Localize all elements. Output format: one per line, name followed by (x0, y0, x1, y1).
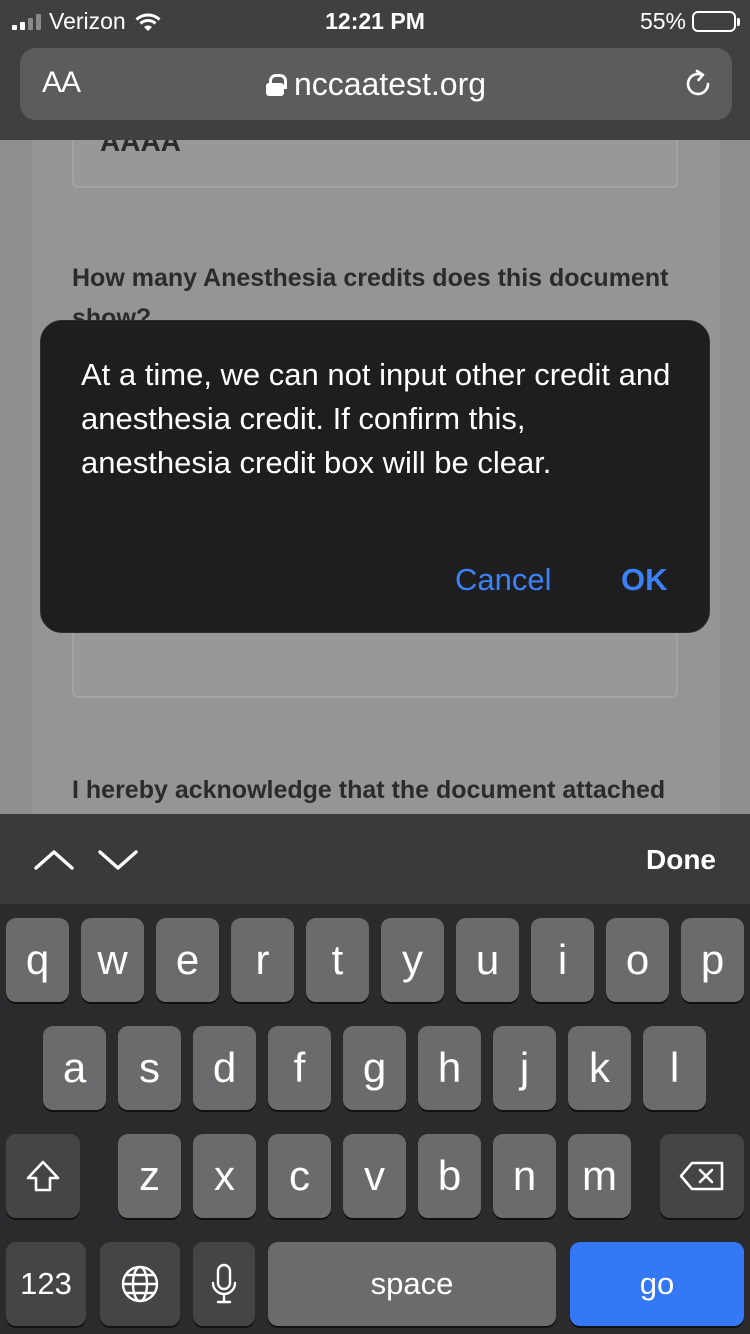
key-q[interactable]: q (6, 918, 69, 1002)
key-t[interactable]: t (306, 918, 369, 1002)
address-field[interactable]: nccaatest.org (20, 66, 732, 103)
confirm-dialog: At a time, we can not input other credit… (40, 320, 710, 633)
key-o[interactable]: o (606, 918, 669, 1002)
cancel-button[interactable]: Cancel (455, 562, 552, 598)
key-i[interactable]: i (531, 918, 594, 1002)
key-h[interactable]: h (418, 1026, 481, 1110)
go-key[interactable]: go (570, 1242, 744, 1326)
key-w[interactable]: w (81, 918, 144, 1002)
text-field-top[interactable]: AAAA (72, 140, 678, 188)
key-n[interactable]: n (493, 1134, 556, 1218)
key-b[interactable]: b (418, 1134, 481, 1218)
numbers-key[interactable]: 123 (6, 1242, 86, 1326)
key-p[interactable]: p (681, 918, 744, 1002)
chevron-up-icon[interactable] (34, 840, 74, 880)
shift-key[interactable] (6, 1134, 80, 1218)
ok-button[interactable]: OK (621, 562, 668, 598)
key-f[interactable]: f (268, 1026, 331, 1110)
key-r[interactable]: r (231, 918, 294, 1002)
globe-key[interactable] (100, 1242, 180, 1326)
key-l[interactable]: l (643, 1026, 706, 1110)
key-j[interactable]: j (493, 1026, 556, 1110)
key-k[interactable]: k (568, 1026, 631, 1110)
keyboard-accessory-bar: Done (0, 814, 750, 904)
battery-percent: 55% (639, 8, 686, 34)
shift-icon (26, 1160, 60, 1192)
reload-icon[interactable] (682, 68, 714, 100)
anesthesia-question: How many Anesthesia credits does this do… (72, 264, 669, 292)
key-z[interactable]: z (118, 1134, 181, 1218)
key-s[interactable]: s (118, 1026, 181, 1110)
space-key[interactable]: space (268, 1242, 556, 1326)
key-v[interactable]: v (343, 1134, 406, 1218)
lock-icon (265, 73, 287, 96)
key-x[interactable]: x (193, 1134, 256, 1218)
backspace-icon (679, 1161, 724, 1191)
acknowledgement-text: I hereby acknowledge that the document a… (72, 776, 666, 804)
globe-icon (121, 1265, 159, 1303)
key-u[interactable]: u (456, 918, 519, 1002)
status-bar: Verizon 12:21 PM 55% (0, 0, 750, 40)
key-d[interactable]: d (193, 1026, 256, 1110)
key-e[interactable]: e (156, 918, 219, 1002)
text-field-value: AAAA (100, 140, 181, 157)
delete-key[interactable] (660, 1134, 744, 1218)
battery-group: 55% (639, 8, 740, 35)
battery-icon (692, 11, 740, 32)
microphone-icon (211, 1263, 237, 1304)
address-text: nccaatest.org (293, 66, 487, 102)
dialog-message: At a time, we can not input other credit… (81, 357, 671, 480)
key-c[interactable]: c (268, 1134, 331, 1218)
browser-chrome: Verizon 12:21 PM 55% AA nccaatest.org (0, 0, 750, 140)
key-a[interactable]: a (43, 1026, 106, 1110)
dictation-key[interactable] (193, 1242, 255, 1326)
key-m[interactable]: m (568, 1134, 631, 1218)
key-g[interactable]: g (343, 1026, 406, 1110)
key-y[interactable]: y (381, 918, 444, 1002)
keyboard: 123 space go qwertyuiop asdfghjkl zxcvbnm (0, 904, 750, 1334)
clock: 12:21 PM (325, 8, 425, 34)
chevron-down-icon[interactable] (98, 840, 138, 880)
done-button[interactable]: Done (646, 844, 716, 876)
url-bar[interactable]: AA nccaatest.org (20, 48, 732, 120)
